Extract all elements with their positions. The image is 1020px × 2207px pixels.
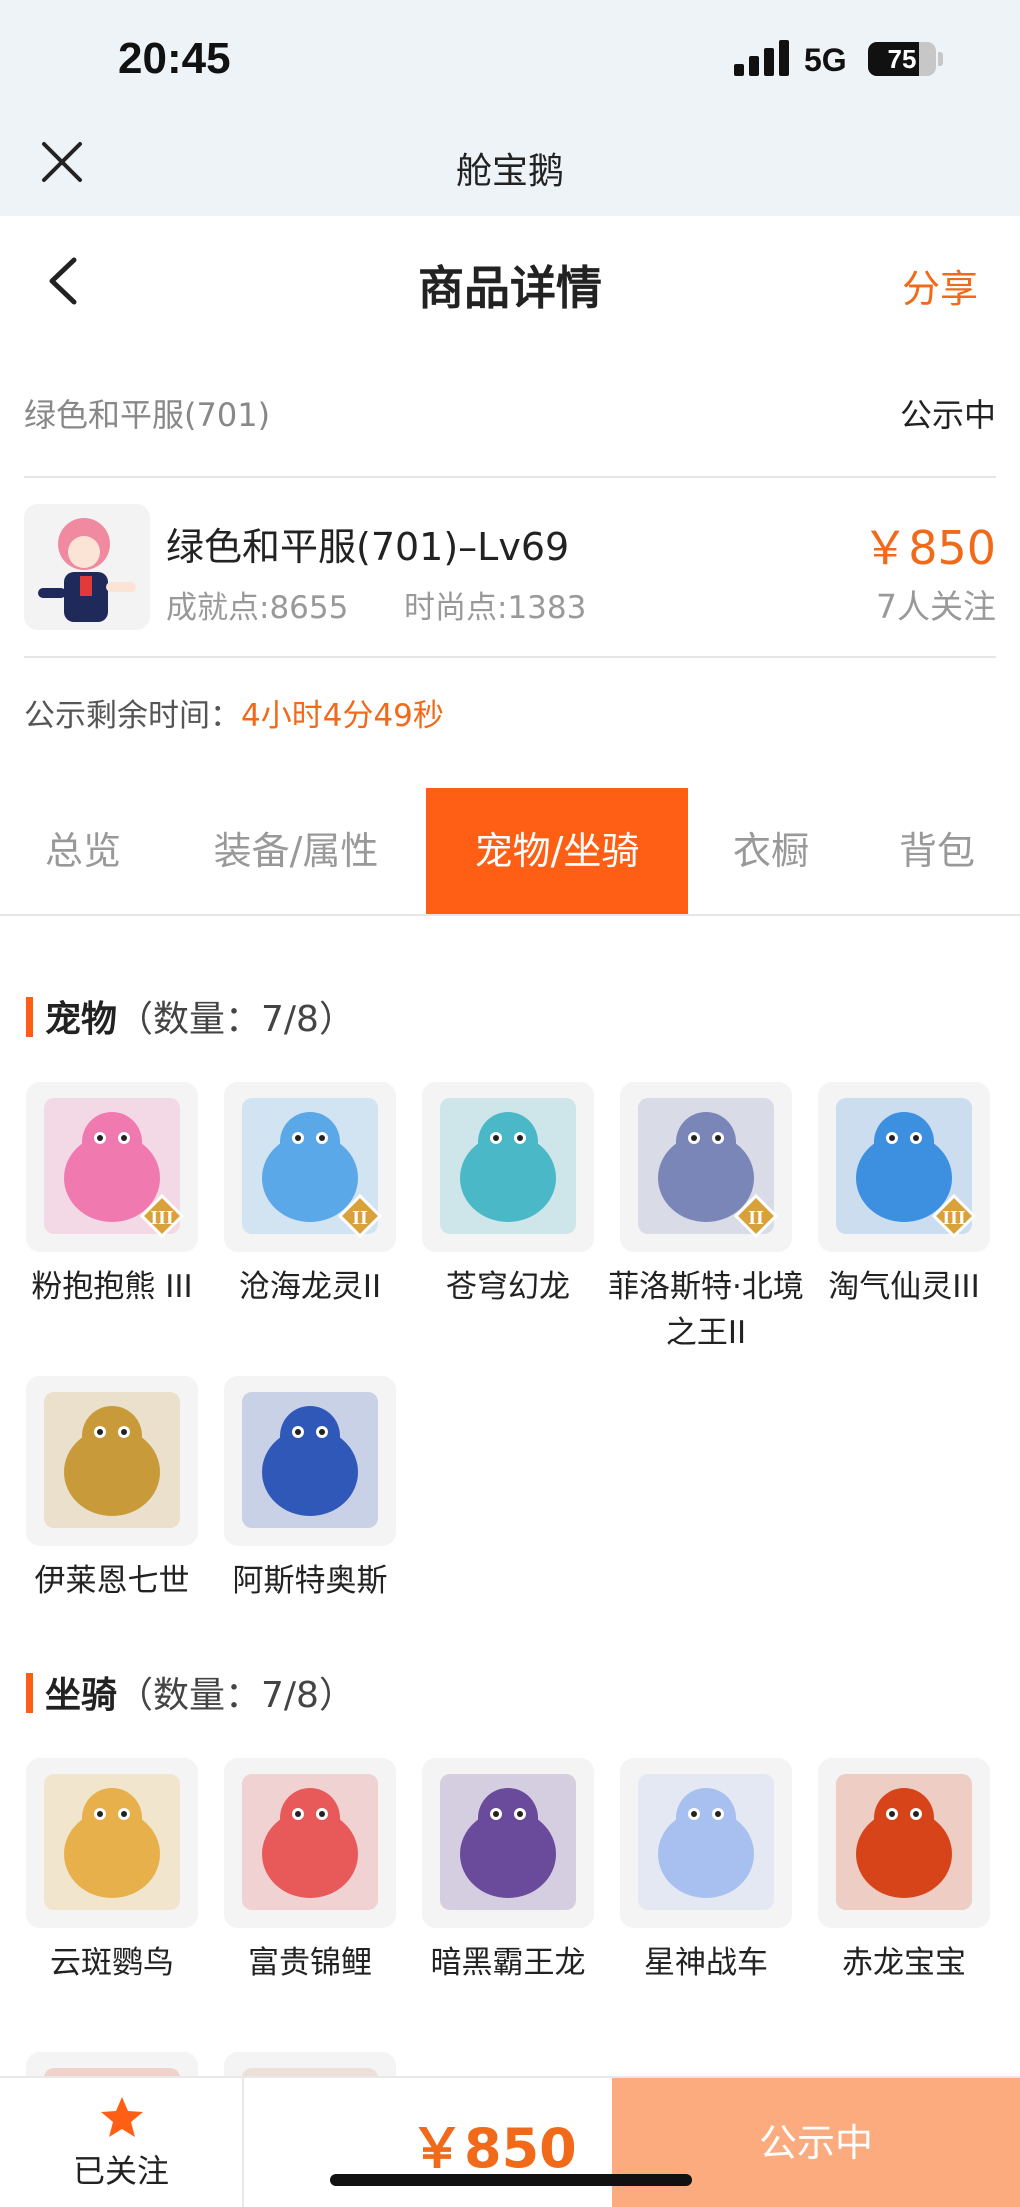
status-bar: 20:45 5G 75 <box>0 0 1020 120</box>
tab-backpack[interactable]: 背包 <box>854 788 1020 914</box>
pet-thumbnail: II <box>620 1082 792 1252</box>
pets-title: 宠物 <box>45 999 118 1040</box>
bottom-price: ￥850 <box>410 2117 577 2180</box>
product-title: 绿色和平服(701)–Lv69 <box>166 525 570 569</box>
network-label: 5G <box>804 42 847 78</box>
bottom-bar: 已关注 ￥850 公示中 <box>0 2076 1020 2207</box>
battery-tip <box>938 52 943 66</box>
listing-row: 绿色和平服(701) 公示中 <box>24 380 996 440</box>
tab-equipment[interactable]: 装备/属性 <box>166 788 426 914</box>
pet-name: 伊莱恩七世 <box>34 1563 190 1599</box>
mounts-count: （数量：7/8） <box>117 1675 355 1716</box>
svg-text:III: III <box>942 1207 966 1229</box>
star-icon <box>101 2097 143 2137</box>
follow-button[interactable]: 已关注 <box>0 2078 244 2207</box>
signal-icon <box>734 40 790 76</box>
svg-text:II: II <box>748 1207 764 1229</box>
tab-wardrobe[interactable]: 衣橱 <box>688 788 854 914</box>
app-title: 舱宝鹅 <box>455 151 564 192</box>
tab-pets-mounts[interactable]: 宠物/坐骑 <box>426 788 688 914</box>
nav-bar: 商品详情 分享 <box>0 216 1020 346</box>
mount-name: 赤龙宝宝 <box>842 1945 966 1981</box>
mounts-title: 坐骑 <box>45 1675 118 1716</box>
character-avatar <box>24 504 150 630</box>
countdown: 公示剩余时间：4小时4分49秒 <box>24 690 444 735</box>
product-card[interactable]: 绿色和平服(701)–Lv69 成就点:8655 时尚点:1383 ￥850 7… <box>24 498 996 638</box>
pet-name: 阿斯特奥斯 <box>232 1563 388 1599</box>
pets-count: （数量：7/8） <box>117 999 355 1040</box>
status-action-button[interactable]: 公示中 <box>612 2078 1020 2207</box>
pet-thumbnail <box>422 1082 594 1252</box>
status-time: 20:45 <box>118 34 231 83</box>
pet-thumbnail: II <box>224 1082 396 1252</box>
section-accent-bar <box>26 997 33 1037</box>
achievement-points: 成就点:8655 <box>166 590 349 626</box>
mounts-section-title: 坐骑（数量：7/8） <box>26 1666 355 1718</box>
listing-state: 公示中 <box>899 396 996 434</box>
divider <box>24 476 996 478</box>
app-header: 舱宝鹅 <box>0 120 1020 216</box>
divider <box>24 656 996 658</box>
mount-thumbnail <box>422 1758 594 1928</box>
countdown-label: 公示剩余时间： <box>24 698 241 734</box>
mount-name: 富贵锦鲤 <box>248 1945 372 1981</box>
pet-name: 沧海龙灵II <box>238 1269 382 1305</box>
product-price: ￥850 <box>862 521 996 575</box>
pet-name: 淘气仙灵III <box>828 1269 980 1305</box>
pet-thumbnail: III <box>26 1082 198 1252</box>
pets-section-title: 宠物（数量：7/8） <box>26 990 355 1042</box>
mount-thumbnail <box>620 1758 792 1928</box>
pet-thumbnail <box>26 1376 198 1546</box>
page-title: 商品详情 <box>418 261 602 315</box>
mount-name: 暗黑霸王龙 <box>430 1945 586 1981</box>
mount-thumbnail <box>818 1758 990 1928</box>
pet-name: 苍穹幻龙 <box>446 1269 570 1305</box>
mount-name: 云斑鹦鸟 <box>50 1945 174 1981</box>
pet-name: 菲洛斯特·北境之王II <box>608 1269 804 1351</box>
share-button[interactable]: 分享 <box>902 258 978 313</box>
fashion-points: 时尚点:1383 <box>404 590 587 626</box>
pet-thumbnail: III <box>818 1082 990 1252</box>
pet-name: 粉抱抱熊 III <box>31 1269 193 1305</box>
home-indicator <box>330 2174 692 2186</box>
listing-name: 绿色和平服(701) <box>24 396 271 434</box>
tab-overview[interactable]: 总览 <box>0 788 166 914</box>
mount-thumbnail <box>26 1758 198 1928</box>
mount-thumbnail <box>224 1758 396 1928</box>
tab-bar: 总览 装备/属性 宠物/坐骑 衣橱 背包 <box>0 788 1020 916</box>
svg-text:III: III <box>150 1207 174 1229</box>
battery-icon: 75 <box>868 42 936 76</box>
svg-text:II: II <box>352 1207 368 1229</box>
follow-label: 已关注 <box>72 2152 169 2190</box>
mount-name: 星神战车 <box>644 1945 768 1981</box>
pet-thumbnail <box>224 1376 396 1546</box>
follower-count: 7人关注 <box>876 587 996 626</box>
section-accent-bar <box>26 1673 33 1713</box>
countdown-value: 4小时4分49秒 <box>241 698 444 734</box>
battery-percent: 75 <box>887 44 917 74</box>
